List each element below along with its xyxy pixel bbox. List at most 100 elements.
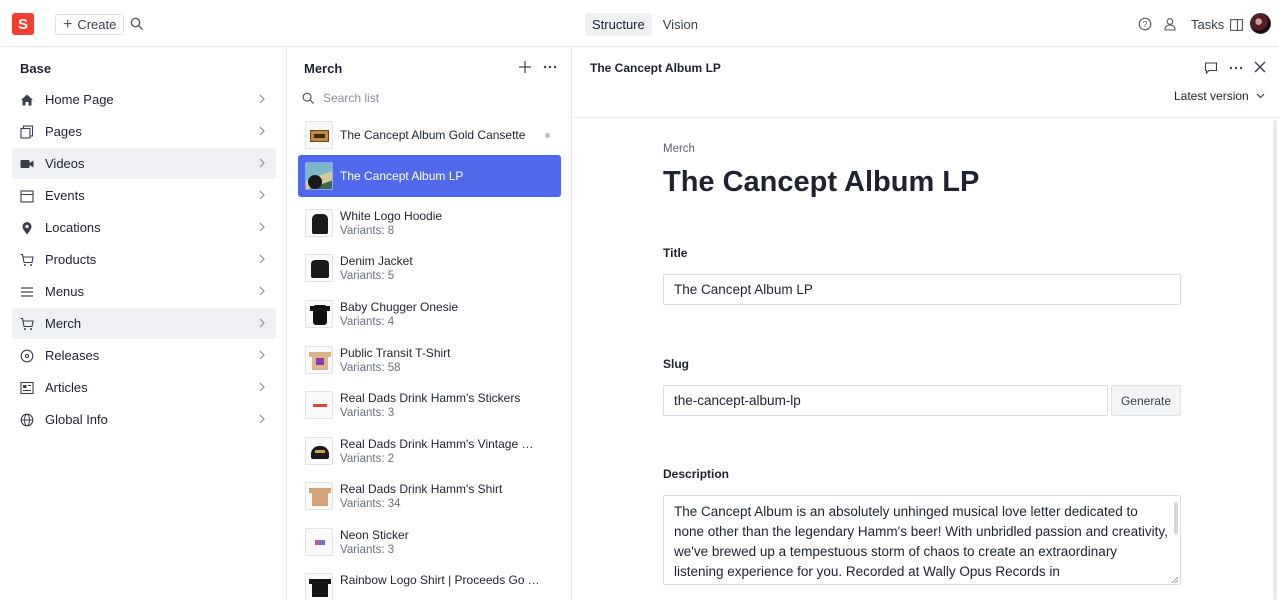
version-selector[interactable]: Latest version — [1174, 89, 1265, 103]
plus-icon[interactable] — [518, 60, 532, 74]
disc-icon — [20, 349, 34, 363]
jacket-thumbnail — [305, 254, 333, 283]
list-title: Merch — [304, 61, 343, 76]
list-search — [302, 88, 558, 108]
breadcrumb: Merch — [663, 143, 695, 155]
cap-thumbnail — [305, 436, 333, 465]
search-icon — [302, 92, 315, 104]
sidebar-item-articles[interactable]: Articles — [12, 372, 276, 403]
nav-list: Home Page Pages Videos Events Locations … — [12, 84, 276, 436]
slug-label: Slug — [663, 357, 689, 371]
chevron-down-icon — [1256, 93, 1265, 99]
comment-icon[interactable] — [1204, 61, 1218, 75]
chevron-right-icon — [259, 94, 265, 104]
neon-sticker-thumbnail — [305, 527, 333, 556]
status-dot — [545, 133, 550, 138]
menu-icon — [20, 285, 34, 299]
textarea-scrollbar[interactable] — [1174, 502, 1178, 534]
sidebar-item-locations[interactable]: Locations — [12, 212, 276, 243]
editor-scrollbar[interactable] — [1273, 120, 1277, 600]
search-icon[interactable] — [130, 17, 144, 31]
create-button[interactable]: + Create — [55, 14, 125, 35]
chevron-right-icon — [259, 318, 265, 328]
document-list: The Cancept Album Gold Cansette The Canc… — [298, 115, 561, 600]
slug-field[interactable] — [663, 385, 1108, 416]
articles-icon — [20, 381, 34, 395]
list-item[interactable]: Real Dads Drink Hamm's Vintage C... Varia… — [298, 428, 561, 474]
resize-handle-icon[interactable] — [1171, 576, 1179, 584]
tasks-label: Tasks — [1191, 17, 1225, 32]
list-item[interactable]: Neon Sticker Variants: 3 — [298, 519, 561, 565]
chevron-right-icon — [259, 222, 265, 232]
sidebar-item-events[interactable]: Events — [12, 180, 276, 211]
globe-icon — [20, 413, 34, 427]
location-pin-icon — [20, 221, 34, 235]
list-item[interactable]: The Cancept Album LP — [298, 155, 561, 197]
document-editor: The Cancept Album LP Latest version Merc… — [573, 48, 1279, 600]
sidebar-item-merch[interactable]: Merch — [12, 308, 276, 339]
tasks-button[interactable]: Tasks — [1191, 17, 1244, 32]
sidebar-item-menus[interactable]: Menus — [12, 276, 276, 307]
chevron-right-icon — [259, 382, 265, 392]
shirt-thumbnail — [305, 482, 333, 511]
editor-header-title: The Cancept Album LP — [590, 61, 721, 75]
sidebar-item-global-info[interactable]: Global Info — [12, 404, 276, 435]
create-label: Create — [77, 17, 117, 32]
chevron-right-icon — [259, 286, 265, 296]
mode-switcher: Structure Vision — [585, 13, 705, 36]
sidebar-item-releases[interactable]: Releases — [12, 340, 276, 371]
app-logo[interactable]: S — [12, 13, 34, 35]
chevron-right-icon — [259, 158, 265, 168]
rainbow-shirt-thumbnail — [305, 572, 333, 600]
search-input[interactable] — [323, 91, 543, 105]
help-icon[interactable]: ? — [1138, 17, 1152, 31]
chevron-right-icon — [259, 190, 265, 200]
list-item[interactable]: White Logo Hoodie Variants: 8 — [298, 200, 561, 246]
title-label: Title — [663, 246, 688, 260]
editor-header: The Cancept Album LP Latest version — [573, 48, 1279, 118]
list-item[interactable]: Rainbow Logo Shirt | Proceeds Go T... — [298, 565, 561, 600]
onesie-thumbnail — [305, 299, 333, 328]
calendar-icon — [20, 189, 34, 203]
top-bar: S + Create Structure Vision ? Tasks — [0, 0, 1279, 47]
video-icon — [20, 157, 34, 171]
tshirt-thumbnail — [305, 345, 333, 374]
cart-icon — [20, 317, 34, 331]
sidebar-item-products[interactable]: Products — [12, 244, 276, 275]
cassette-thumbnail — [305, 121, 333, 149]
list-item[interactable]: Real Dads Drink Hamm's Shirt Variants: 34 — [298, 474, 561, 520]
presence-icon[interactable] — [1163, 17, 1177, 31]
tab-structure[interactable]: Structure — [585, 13, 652, 36]
description-label: Description — [663, 467, 730, 481]
more-icon[interactable] — [1229, 66, 1243, 70]
hoodie-thumbnail — [305, 208, 333, 237]
sidebar-item-pages[interactable]: Pages — [12, 116, 276, 147]
sidebar-title: Base — [20, 61, 52, 76]
generate-button[interactable]: Generate — [1111, 385, 1181, 416]
list-item[interactable]: Public Transit T-Shirt Variants: 58 — [298, 337, 561, 383]
title-field[interactable] — [663, 274, 1181, 305]
more-icon[interactable] — [543, 65, 557, 69]
tab-vision[interactable]: Vision — [656, 13, 705, 36]
close-icon[interactable] — [1254, 61, 1266, 73]
vinyl-thumbnail — [305, 162, 333, 190]
document-list-pane: Merch The Cancept Album Gold Cansette Th… — [288, 48, 572, 600]
description-field[interactable]: The Cancept Album is an absolutely unhin… — [663, 495, 1181, 585]
list-item[interactable]: The Cancept Album Gold Cansette — [298, 115, 561, 155]
sidebar-item-home-page[interactable]: Home Page — [12, 84, 276, 115]
list-item[interactable]: Baby Chugger Onesie Variants: 4 — [298, 291, 561, 337]
list-item[interactable]: Denim Jacket Variants: 5 — [298, 246, 561, 292]
chevron-right-icon — [259, 126, 265, 136]
chevron-right-icon — [259, 254, 265, 264]
page-title: The Cancept Album LP — [663, 166, 980, 198]
sidebar-item-videos[interactable]: Videos — [12, 148, 276, 179]
avatar[interactable] — [1250, 13, 1271, 34]
chevron-right-icon — [259, 414, 265, 424]
list-item[interactable]: Real Dads Drink Hamm's Stickers Variants:… — [298, 382, 561, 428]
panel-icon — [1230, 18, 1244, 31]
svg-text:?: ? — [1143, 20, 1148, 29]
home-icon — [20, 93, 34, 107]
sticker-thumbnail — [305, 391, 333, 420]
cart-icon — [20, 253, 34, 267]
chevron-right-icon — [259, 350, 265, 360]
